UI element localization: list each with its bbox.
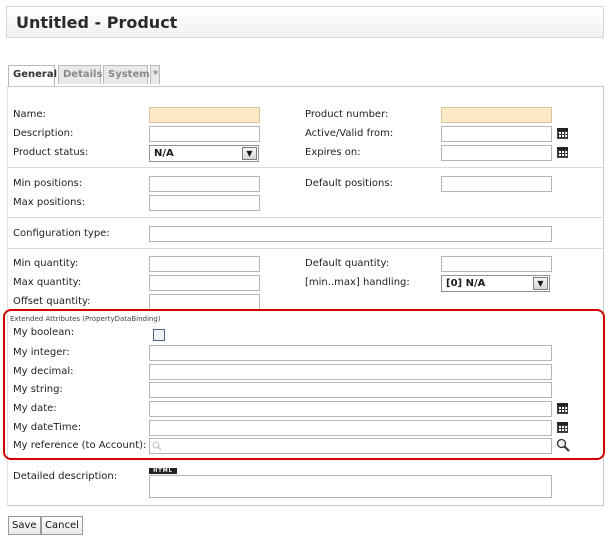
active-from-input[interactable] (441, 126, 552, 142)
min-positions-label: Min positions: (13, 178, 83, 189)
calendar-icon[interactable] (557, 147, 568, 158)
offset-quantity-label: Offset quantity: (13, 296, 91, 307)
max-quantity-label: Max quantity: (13, 277, 82, 288)
default-quantity-label: Default quantity: (305, 258, 390, 269)
chevron-down-icon[interactable]: ▼ (242, 147, 257, 160)
my-boolean-checkbox[interactable] (153, 329, 165, 341)
minmax-handling-value: [0] N/A (446, 278, 486, 289)
default-positions-label: Default positions: (305, 178, 393, 189)
tab-system[interactable]: System (103, 65, 150, 84)
active-from-label: Active/Valid from: (305, 128, 394, 139)
min-quantity-label: Min quantity: (13, 258, 79, 269)
my-reference-label: My reference (to Account): (13, 440, 147, 451)
save-button[interactable]: Save (8, 516, 41, 535)
my-integer-input[interactable] (149, 345, 552, 361)
tab-more[interactable]: * (150, 65, 160, 84)
calendar-icon[interactable] (557, 128, 568, 139)
min-positions-input[interactable] (149, 176, 260, 192)
product-status-select[interactable]: N/A ▼ (149, 145, 259, 162)
my-boolean-label: My boolean: (13, 327, 75, 338)
chevron-down-icon[interactable]: ▼ (533, 277, 548, 290)
default-positions-input[interactable] (441, 176, 552, 192)
divider (8, 167, 604, 168)
search-icon[interactable] (556, 438, 570, 452)
tab-details[interactable]: Details (58, 65, 103, 84)
max-positions-input[interactable] (149, 195, 260, 211)
my-datetime-label: My dateTime: (13, 422, 82, 433)
configuration-type-label: Configuration type: (13, 228, 110, 239)
my-string-input[interactable] (149, 382, 552, 398)
divider (8, 217, 604, 218)
detailed-description-textarea[interactable] (149, 475, 552, 498)
window-header: Untitled - Product (6, 6, 604, 38)
divider (8, 248, 604, 249)
minmax-handling-select[interactable]: [0] N/A ▼ (441, 275, 550, 292)
product-number-input[interactable] (441, 107, 552, 123)
default-quantity-input[interactable] (441, 256, 552, 272)
my-decimal-label: My decimal: (13, 366, 74, 377)
name-input[interactable] (149, 107, 260, 123)
cancel-button[interactable]: Cancel (41, 516, 83, 535)
my-datetime-input[interactable] (149, 420, 552, 436)
my-string-label: My string: (13, 384, 63, 395)
name-label: Name: (13, 109, 46, 120)
expires-on-label: Expires on: (305, 147, 361, 158)
my-date-input[interactable] (149, 401, 552, 417)
tab-general[interactable]: General (8, 65, 57, 86)
my-decimal-input[interactable] (149, 364, 552, 380)
description-label: Description: (13, 128, 74, 139)
my-reference-input[interactable] (149, 438, 552, 454)
my-date-label: My date: (13, 403, 57, 414)
product-status-value: N/A (154, 148, 174, 159)
max-positions-label: Max positions: (13, 197, 86, 208)
detailed-description-label: Detailed description: (13, 471, 118, 482)
calendar-icon[interactable] (557, 422, 568, 433)
calendar-icon[interactable] (557, 403, 568, 414)
min-quantity-input[interactable] (149, 256, 260, 272)
tab-label: Details (63, 69, 103, 80)
tab-label: System (108, 69, 150, 80)
max-quantity-input[interactable] (149, 275, 260, 291)
product-status-label: Product status: (13, 147, 89, 158)
html-editor-badge[interactable]: HTML (149, 468, 177, 474)
my-integer-label: My integer: (13, 347, 70, 358)
description-input[interactable] (149, 126, 260, 142)
tab-label: * (153, 69, 159, 80)
configuration-type-input[interactable] (149, 226, 552, 242)
extended-attributes-title: Extended Attributes (PropertyDataBinding… (10, 315, 161, 323)
offset-quantity-input[interactable] (149, 294, 260, 310)
page-title: Untitled - Product (16, 13, 178, 32)
product-number-label: Product number: (305, 109, 389, 120)
tab-label: General (13, 69, 57, 80)
search-icon (152, 441, 162, 451)
expires-on-input[interactable] (441, 145, 552, 161)
minmax-handling-label: [min..max] handling: (305, 277, 410, 288)
